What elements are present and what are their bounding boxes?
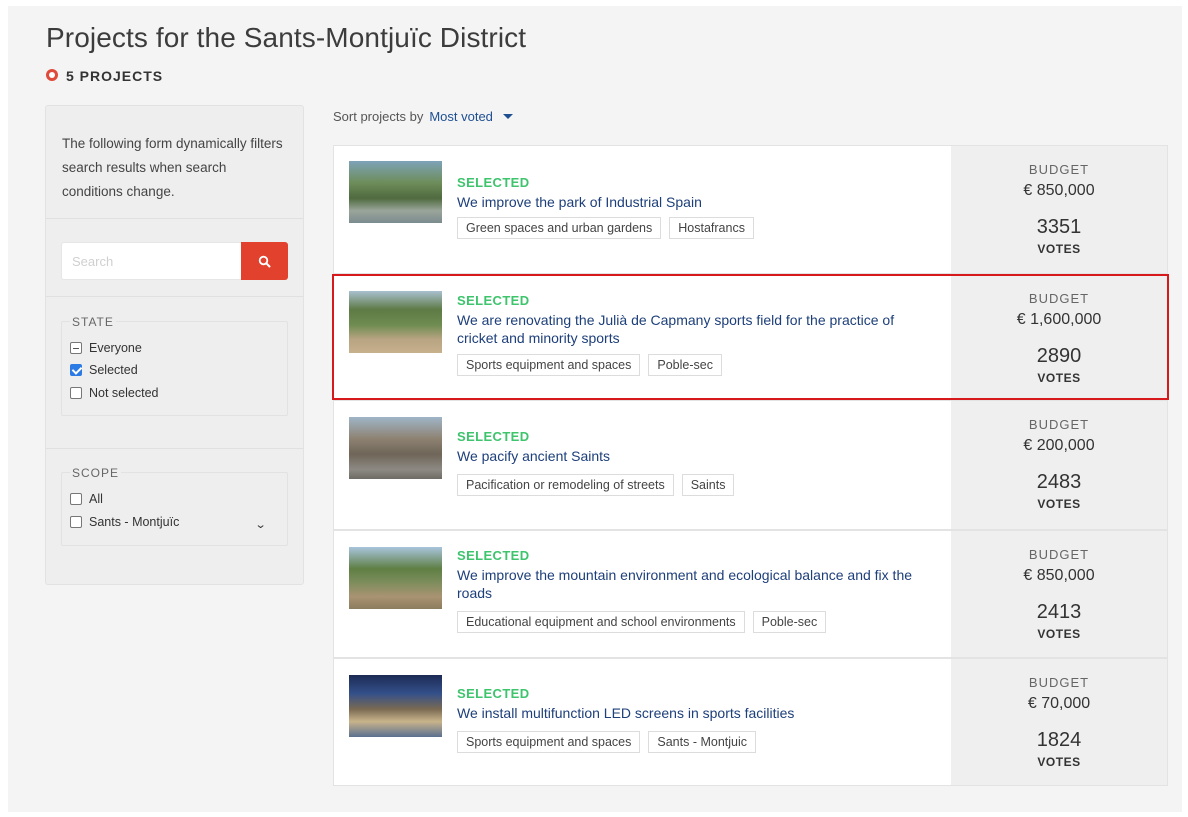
project-thumbnail[interactable] <box>349 291 442 353</box>
state-option-not-selected[interactable]: Not selected <box>70 386 158 400</box>
state-legend: STATE <box>70 315 116 329</box>
votes-label: VOTES <box>1037 242 1081 256</box>
sort-label: Sort projects by <box>333 109 424 124</box>
project-status: SELECTED <box>457 429 530 444</box>
category-tag[interactable]: Sants - Montjuic <box>648 731 757 753</box>
votes-label: VOTES <box>1037 755 1081 769</box>
option-label: All <box>89 492 103 506</box>
option-label: Selected <box>89 363 138 377</box>
checkbox-indeterminate[interactable] <box>70 342 82 354</box>
category-tag[interactable]: Green spaces and urban gardens <box>457 217 662 239</box>
checkbox[interactable] <box>70 387 82 399</box>
project-title-link[interactable]: We are renovating the Julià de Capmany s… <box>457 311 937 347</box>
project-title-link[interactable]: We install multifunction LED screens in … <box>457 704 937 722</box>
votes-count: 2890 <box>1036 345 1082 367</box>
budget-label: BUDGET <box>1028 417 1090 432</box>
project-budget-panel: BUDGET € 70,000 1824 VOTES <box>951 659 1167 785</box>
project-thumbnail[interactable] <box>349 675 442 737</box>
budget-value: € 850,000 <box>1023 567 1095 584</box>
project-count-label: 5 PROJECTS <box>66 68 164 84</box>
budget-value: € 70,000 <box>1027 695 1091 712</box>
budget-label: BUDGET <box>1028 162 1090 177</box>
project-status: SELECTED <box>457 293 530 308</box>
project-title-link[interactable]: We improve the mountain environment and … <box>457 566 937 602</box>
scope-option-all[interactable]: All <box>70 492 103 506</box>
budget-value: € 850,000 <box>1023 182 1095 199</box>
caret-down-icon[interactable] <box>502 114 513 119</box>
project-tags: Sports equipment and spaces Sants - Montj… <box>457 731 757 753</box>
votes-count: 3351 <box>1036 216 1082 238</box>
project-budget-panel: BUDGET € 200,000 2483 VOTES <box>951 401 1167 529</box>
scope-filter-group <box>61 472 288 546</box>
divider <box>46 218 303 219</box>
scope-legend: SCOPE <box>70 466 122 480</box>
project-budget-panel: BUDGET € 850,000 2413 VOTES <box>951 531 1167 657</box>
votes-label: VOTES <box>1037 627 1081 641</box>
option-label: Everyone <box>89 341 142 355</box>
category-tag[interactable]: Sports equipment and spaces <box>457 354 641 376</box>
divider <box>46 296 303 297</box>
category-tag[interactable]: Poble-sec <box>648 354 722 376</box>
category-tag[interactable]: Educational equipment and school environ… <box>457 611 745 633</box>
budget-label: BUDGET <box>1028 291 1090 306</box>
project-card-5[interactable]: SELECTED We install multifunction LED sc… <box>333 658 1168 786</box>
project-tags: Educational equipment and school environ… <box>457 611 827 633</box>
project-thumbnail[interactable] <box>349 417 442 479</box>
budget-label: BUDGET <box>1028 547 1090 562</box>
checkbox[interactable] <box>70 493 82 505</box>
category-tag[interactable]: Hostafrancs <box>669 217 754 239</box>
sort-control: Sort projects by Most voted <box>333 109 513 124</box>
filter-intro-text: The following form dynamically filters s… <box>62 136 283 199</box>
project-title-link[interactable]: We pacify ancient Saints <box>457 447 937 465</box>
option-label: Not selected <box>89 386 159 400</box>
project-status: SELECTED <box>457 686 530 701</box>
project-tags: Green spaces and urban gardens Hostafranc… <box>457 217 754 239</box>
category-tag[interactable]: Saints <box>681 474 735 496</box>
category-tag[interactable]: Sports equipment and spaces <box>457 731 641 753</box>
project-thumbnail[interactable] <box>349 547 442 609</box>
sort-dropdown[interactable]: Most voted <box>429 109 493 124</box>
divider <box>46 448 303 449</box>
votes-count: 2483 <box>1036 471 1082 493</box>
project-status: SELECTED <box>457 175 530 190</box>
project-tags: Pacification or remodeling of streets Sai… <box>457 474 735 496</box>
votes-count: 1824 <box>1036 729 1082 751</box>
search-input[interactable] <box>61 242 241 280</box>
state-option-everyone[interactable]: Everyone <box>70 341 142 355</box>
project-budget-panel: BUDGET € 850,000 3351 VOTES <box>951 146 1167 273</box>
votes-label: VOTES <box>1037 497 1081 511</box>
project-card-1[interactable]: SELECTED We improve the park of Industri… <box>333 145 1168 274</box>
project-title-link[interactable]: We improve the park of Industrial Spain <box>457 193 937 211</box>
count-dot-icon <box>46 69 58 81</box>
page-title: Projects for the Sants-Montjuïc District <box>46 22 527 53</box>
project-budget-panel: BUDGET € 1,600,000 2890 VOTES <box>951 275 1167 399</box>
project-card-3[interactable]: SELECTED We pacify ancient Saints Pacifi… <box>333 400 1168 530</box>
category-tag[interactable]: Pacification or remodeling of streets <box>457 474 674 496</box>
search-button[interactable] <box>241 242 288 280</box>
project-thumbnail[interactable] <box>349 161 442 223</box>
checkbox-checked[interactable] <box>70 364 82 376</box>
category-tag[interactable]: Poble-sec <box>752 611 827 633</box>
scope-option-sants-montjuic[interactable]: Sants - Montjuïc <box>70 515 179 529</box>
project-count: 5 PROJECTS <box>46 66 163 84</box>
option-label: Sants - Montjuïc <box>89 515 180 529</box>
search-icon <box>258 255 271 267</box>
budget-value: € 1,600,000 <box>1016 311 1102 328</box>
project-tags: Sports equipment and spaces Poble-sec <box>457 354 722 376</box>
chevron-down-icon[interactable]: ⌄ <box>255 518 267 531</box>
votes-count: 2413 <box>1036 601 1082 623</box>
project-card-4[interactable]: SELECTED We improve the mountain environ… <box>333 530 1168 658</box>
project-status: SELECTED <box>457 548 530 563</box>
votes-label: VOTES <box>1037 371 1081 385</box>
project-card-2[interactable]: SELECTED We are renovating the Julià de … <box>333 274 1168 400</box>
state-option-selected[interactable]: Selected <box>70 363 138 377</box>
checkbox[interactable] <box>70 516 82 528</box>
budget-label: BUDGET <box>1028 675 1090 690</box>
budget-value: € 200,000 <box>1023 437 1095 454</box>
